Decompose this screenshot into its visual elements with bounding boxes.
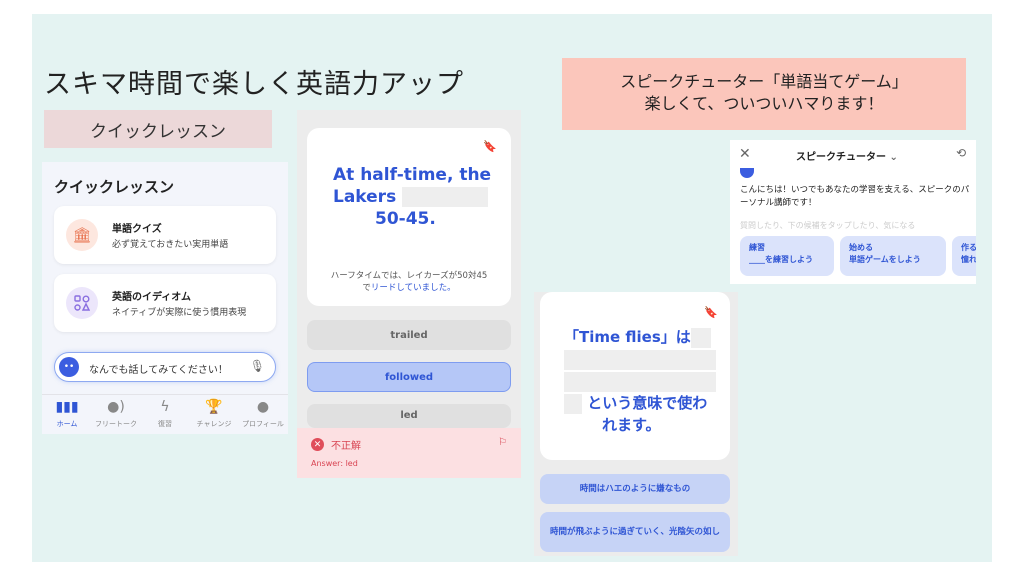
waveform-icon: ▮▮▮ <box>55 399 79 415</box>
flag-icon[interactable]: ⚐ <box>498 437 507 448</box>
speak-tutor-panel: ✕ スピークチューター ⌄ ⟲ こんにちは！いつでもあなたの学習を支える、スピー… <box>730 140 976 284</box>
chip-title: 始める <box>849 243 873 252</box>
idiom-option-2[interactable]: 時間が飛ぶように過ぎていく、光陰矢の如し <box>540 512 730 552</box>
quick-lesson-label: クイックレッスン <box>44 110 272 148</box>
question-card: 🔖 At half-time, the Lakers 50-45. ハーフタイム… <box>307 128 511 306</box>
nav-label: チャレンジ <box>196 420 232 428</box>
shapes-icon <box>66 287 98 319</box>
translation-text: ハーフタイムでは、レイカーズが50対45 でリードしていました。 <box>315 270 503 294</box>
blank-segment <box>564 393 582 414</box>
bot-avatar-icon: •• <box>59 357 79 377</box>
bookmark-icon[interactable]: 🔖 <box>704 306 718 319</box>
trophy-icon: 🏆 <box>205 399 223 415</box>
card-title: 英語のイディオム <box>112 292 191 303</box>
idiom-quiz-screen: 🔖 「Time flies」は という意味で使わ れます。 時間はハエのように嫌… <box>534 292 738 556</box>
phrase-start: 「Time flies」は <box>564 328 691 346</box>
chip-subtitle: 憧れ <box>961 255 976 264</box>
chip-subtitle: 単語ゲームをしよう <box>849 255 921 264</box>
question-word: Lakers <box>333 187 397 207</box>
chat-placeholder: なんでも話してみてください！ <box>89 365 228 376</box>
chip-practice[interactable]: 練習 ____を練習しよう <box>740 236 834 276</box>
word-quiz-card[interactable]: 🏛 単語クイズ 必ず覚えておきたい実用単語 <box>54 206 276 264</box>
tutor-avatar-icon <box>740 168 754 178</box>
idiom-question-text: 「Time flies」は という意味で使わ れます。 <box>564 326 724 436</box>
blank-segment <box>564 349 716 370</box>
chip-start[interactable]: 始める 単語ゲームをしよう <box>840 236 946 276</box>
screen-heading: クイックレッスン <box>54 178 175 196</box>
error-icon: ✕ <box>311 438 324 451</box>
nav-label: フリートーク <box>95 420 137 428</box>
nav-label: 復習 <box>158 420 172 428</box>
answer-blank <box>402 187 489 207</box>
tutor-faded-text: 質問したり、下の候補をタップしたり、気になる <box>740 221 916 230</box>
chip-subtitle: ____を練習しよう <box>749 255 813 264</box>
close-icon[interactable]: ✕ <box>739 146 751 162</box>
museum-icon: 🏛 <box>66 219 98 251</box>
chip-title: 練習 <box>749 243 765 252</box>
translation-part-1: ハーフタイムでは、レイカーズが50対45 <box>330 271 488 281</box>
question-line-1: At half-time, the <box>333 165 492 185</box>
incorrect-feedback: ✕ 不正解 ⚐ Answer: led <box>297 428 521 478</box>
question-score: 50-45. <box>375 209 436 229</box>
result-label: 不正解 <box>331 441 361 452</box>
phrase-end-2: れます。 <box>602 416 661 434</box>
card-subtitle: 必ず覚えておきたい実用単語 <box>112 240 229 250</box>
nav-home[interactable]: ▮▮▮ ホーム <box>42 399 92 429</box>
quiz-screen: 🔖 At half-time, the Lakers 50-45. ハーフタイム… <box>297 110 521 478</box>
tutor-title[interactable]: スピークチューター ⌄ <box>796 148 898 163</box>
nav-challenge[interactable]: 🏆 チャレンジ <box>189 399 239 429</box>
bottom-nav: ▮▮▮ ホーム ●) フリートーク ϟ 復習 🏆 チャレンジ ● プロフィール <box>42 394 288 434</box>
speak-tutor-banner: スピークチューター「単語当てゲーム」 楽しくて、ついついハマります！ <box>562 58 966 130</box>
nav-label: ホーム <box>56 420 78 428</box>
microphone-icon[interactable]: 🎙 <box>250 359 265 373</box>
banner-line-2: 楽しくて、ついついハマります！ <box>644 94 884 113</box>
option-trailed[interactable]: trailed <box>307 320 511 350</box>
person-icon: ● <box>256 399 270 415</box>
translation-part-2a: で <box>362 283 371 293</box>
person-speaking-icon: ●) <box>107 399 125 415</box>
translation-highlight: リードしていました。 <box>370 283 456 293</box>
banner-line-1: スピークチューター「単語当てゲーム」 <box>620 72 908 91</box>
nav-review[interactable]: ϟ 復習 <box>140 399 190 429</box>
idiom-option-1[interactable]: 時間はハエのように嫌なもの <box>540 474 730 504</box>
card-subtitle: ネイティブが実際に使う慣用表現 <box>112 308 247 318</box>
phrase-end-1: という意味で使わ <box>587 394 708 412</box>
idiom-card[interactable]: 英語のイディオム ネイティブが実際に使う慣用表現 <box>54 274 276 332</box>
chip-title: 作る <box>961 243 976 252</box>
nav-profile[interactable]: ● プロフィール <box>238 399 288 429</box>
nav-free-talk[interactable]: ●) フリートーク <box>91 399 141 429</box>
bookmark-icon[interactable]: 🔖 <box>483 140 497 153</box>
tutor-message: こんにちは！いつでもあなたの学習を支える、スピークのパーソナル講師です！ <box>740 185 970 208</box>
chip-create[interactable]: 作る 憧れ <box>952 236 976 276</box>
option-led[interactable]: led <box>307 404 511 428</box>
chevron-down-icon: ⌄ <box>889 152 898 163</box>
history-icon[interactable]: ⟲ <box>956 146 966 160</box>
answer-text: Answer: led <box>311 459 358 468</box>
nav-label: プロフィール <box>242 420 284 428</box>
option-followed[interactable]: followed <box>307 362 511 392</box>
lightning-icon: ϟ <box>160 399 170 415</box>
chat-input[interactable]: •• なんでも話してみてください！ 🎙 <box>54 352 276 382</box>
card-title: 単語クイズ <box>112 224 162 235</box>
page-title: スキマ時間で楽しく英語力アップ <box>44 69 464 100</box>
blank-segment <box>564 371 716 392</box>
idiom-question-card: 🔖 「Time flies」は という意味で使わ れます。 <box>540 292 730 460</box>
blank-segment <box>690 327 711 348</box>
quick-lesson-screen: クイックレッスン 🏛 単語クイズ 必ず覚えておきたい実用単語 英語のイディオム … <box>42 162 288 434</box>
question-text: At half-time, the Lakers 50-45. <box>333 164 503 230</box>
tutor-title-text: スピークチューター <box>796 152 886 163</box>
